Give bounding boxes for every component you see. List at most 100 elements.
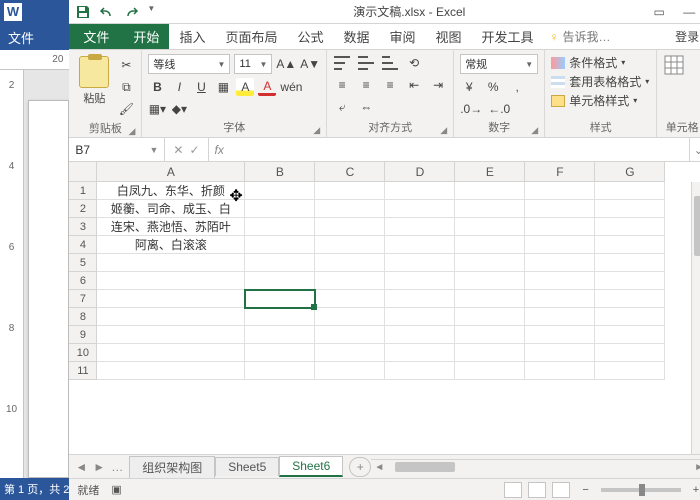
cell[interactable] <box>245 362 315 380</box>
page-layout-view-icon[interactable] <box>528 482 546 498</box>
border-more-icon[interactable]: ▦▾ <box>148 100 166 118</box>
cell[interactable] <box>315 326 385 344</box>
row-header[interactable]: 4 <box>69 236 97 254</box>
tab-data[interactable]: 数据 <box>333 24 379 49</box>
cell[interactable] <box>385 290 455 308</box>
cell[interactable] <box>97 326 245 344</box>
font-launcher-icon[interactable]: ◢ <box>313 125 320 136</box>
cell[interactable] <box>455 236 525 254</box>
cell[interactable] <box>97 290 245 308</box>
enter-formula-icon[interactable]: ✓ <box>189 143 199 157</box>
redo-icon[interactable] <box>123 4 139 20</box>
cell[interactable] <box>595 290 665 308</box>
add-sheet-button[interactable]: + <box>349 457 371 477</box>
format-as-table-button[interactable]: 套用表格格式▾ <box>551 73 649 90</box>
bold-button[interactable]: B <box>148 78 166 96</box>
cell[interactable] <box>385 308 455 326</box>
comma-icon[interactable]: , <box>508 78 526 96</box>
cell[interactable] <box>315 344 385 362</box>
ribbon-options-icon[interactable]: ▭ <box>649 5 669 19</box>
row-header[interactable]: 2 <box>69 200 97 218</box>
border-icon[interactable]: ▦ <box>214 78 232 96</box>
save-icon[interactable] <box>75 4 91 20</box>
row-header[interactable]: 6 <box>69 272 97 290</box>
cell[interactable] <box>595 362 665 380</box>
cell[interactable] <box>595 344 665 362</box>
normal-view-icon[interactable] <box>504 482 522 498</box>
cancel-formula-icon[interactable]: ✕ <box>173 143 183 157</box>
cut-icon[interactable]: ✂ <box>117 56 135 74</box>
qat-customize-icon[interactable]: ▼ <box>147 4 163 20</box>
scroll-thumb[interactable] <box>395 462 455 472</box>
increase-decimal-icon[interactable]: .0→ <box>460 100 482 118</box>
cell[interactable] <box>245 200 315 218</box>
cell[interactable] <box>595 254 665 272</box>
cell[interactable] <box>97 272 245 290</box>
merge-center-button[interactable]: ⇔ <box>357 98 375 116</box>
tab-formulas[interactable]: 公式 <box>287 24 333 49</box>
tell-me-search[interactable]: ♀告诉我… <box>544 24 617 49</box>
cell[interactable] <box>385 272 455 290</box>
cell[interactable] <box>245 182 315 200</box>
cell[interactable] <box>315 272 385 290</box>
cell[interactable] <box>455 326 525 344</box>
cell[interactable] <box>455 254 525 272</box>
cell[interactable] <box>595 200 665 218</box>
cell[interactable] <box>385 236 455 254</box>
zoom-in-icon[interactable]: + <box>693 484 699 496</box>
cell[interactable] <box>315 308 385 326</box>
row-header[interactable]: 8 <box>69 308 97 326</box>
cell[interactable] <box>245 308 315 326</box>
row-headers[interactable]: 1 2 3 4 5 6 7 8 9 10 11 <box>69 182 97 454</box>
cell[interactable] <box>525 290 595 308</box>
increase-indent-icon[interactable]: ⇥ <box>429 76 447 94</box>
cell[interactable] <box>525 200 595 218</box>
cell[interactable] <box>315 182 385 200</box>
cell[interactable] <box>455 308 525 326</box>
col-header[interactable]: A <box>97 162 245 182</box>
copy-icon[interactable]: ⧉ <box>117 78 135 96</box>
cell-A1[interactable]: 白凤九、东华、折颜 <box>97 182 245 200</box>
cell[interactable] <box>595 326 665 344</box>
cell[interactable] <box>245 218 315 236</box>
word-page[interactable] <box>28 100 69 478</box>
col-header[interactable]: F <box>525 162 595 182</box>
row-header[interactable]: 3 <box>69 218 97 236</box>
align-bottom-icon[interactable] <box>381 54 399 72</box>
cell[interactable] <box>455 182 525 200</box>
sheet-tab[interactable]: 组织架构图 <box>129 456 215 478</box>
cell-A3[interactable]: 连宋、燕池悟、苏陌叶 <box>97 218 245 236</box>
cell[interactable] <box>385 218 455 236</box>
cell[interactable] <box>525 344 595 362</box>
sheet-tab[interactable]: Sheet5 <box>215 457 279 476</box>
cell-A4[interactable]: 阿离、白滚滚 <box>97 236 245 254</box>
cell[interactable] <box>385 254 455 272</box>
scroll-left-icon[interactable]: ◄ <box>371 462 387 473</box>
cell[interactable] <box>315 218 385 236</box>
expand-formula-bar-icon[interactable]: ⌄ <box>689 138 700 161</box>
cell[interactable] <box>315 290 385 308</box>
cell[interactable] <box>455 362 525 380</box>
cell-styles-button[interactable]: 单元格样式▾ <box>551 92 649 109</box>
col-header[interactable]: G <box>595 162 665 182</box>
font-color-icon[interactable]: A <box>258 78 276 96</box>
percent-icon[interactable]: % <box>484 78 502 96</box>
row-header[interactable]: 10 <box>69 344 97 362</box>
cell[interactable] <box>525 218 595 236</box>
row-header[interactable]: 9 <box>69 326 97 344</box>
macro-record-icon[interactable]: ▣ <box>111 483 121 496</box>
tab-review[interactable]: 审阅 <box>380 24 426 49</box>
cell[interactable] <box>455 218 525 236</box>
sheet-tab-active[interactable]: Sheet6 <box>279 456 343 477</box>
accounting-icon[interactable]: ¥ <box>460 78 478 96</box>
cell[interactable] <box>455 200 525 218</box>
cell[interactable] <box>385 200 455 218</box>
tab-view[interactable]: 视图 <box>426 24 472 49</box>
vertical-scrollbar[interactable] <box>691 182 700 454</box>
fill-more-icon[interactable]: ◆▾ <box>170 100 188 118</box>
cell[interactable] <box>455 272 525 290</box>
cell[interactable] <box>525 326 595 344</box>
cell[interactable] <box>97 308 245 326</box>
scroll-thumb[interactable] <box>694 196 700 256</box>
cell[interactable] <box>525 254 595 272</box>
